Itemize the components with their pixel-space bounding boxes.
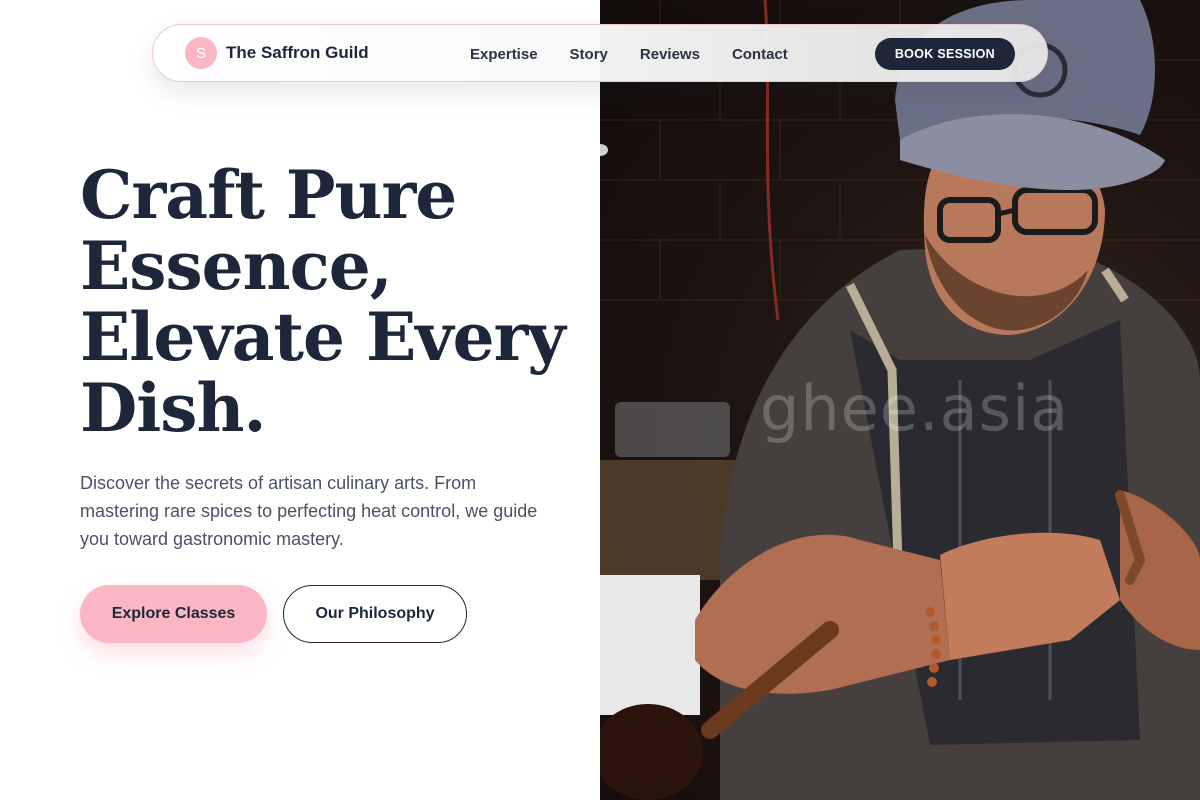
nav-links: Expertise Story Reviews Contact: [470, 25, 788, 83]
brand-initial-badge: S: [185, 37, 217, 69]
brand-name: The Saffron Guild: [226, 43, 369, 62]
nav-link-reviews[interactable]: Reviews: [640, 46, 700, 63]
nav-link-story[interactable]: Story: [570, 46, 608, 63]
hero-title: Craft Pure Essence, Elevate Every Dish.: [80, 160, 580, 444]
hero-description: Discover the secrets of artisan culinary…: [80, 473, 538, 549]
our-philosophy-button[interactable]: Our Philosophy: [283, 585, 467, 643]
brand-logo[interactable]: S The Saffron Guild: [185, 37, 369, 69]
explore-classes-button[interactable]: Explore Classes: [80, 585, 267, 643]
hero-title-line: Essence,: [80, 227, 393, 305]
top-navbar: S The Saffron Guild Expertise Story Revi…: [152, 24, 1048, 82]
nav-link-expertise[interactable]: Expertise: [470, 46, 538, 63]
hero-title-line: Elevate Every: [80, 298, 566, 376]
nav-link-contact[interactable]: Contact: [732, 46, 788, 63]
hero-title-line: Dish.: [80, 369, 266, 447]
book-session-button[interactable]: BOOK SESSION: [874, 38, 1015, 70]
watermark-text: ghee.asia: [760, 372, 1070, 445]
hero-title-line: Craft Pure: [80, 156, 457, 234]
